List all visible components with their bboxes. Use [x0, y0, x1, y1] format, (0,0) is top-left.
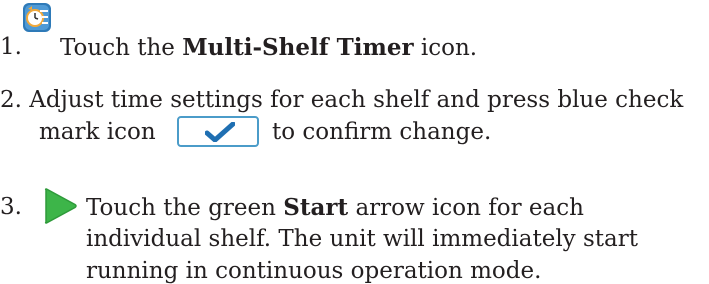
check-mark-button [177, 116, 259, 147]
step-1-text: Touch the Multi-Shelf Timer icon. [60, 36, 477, 60]
text-segment: icon. [413, 35, 478, 61]
text-segment: to confirm change. [272, 119, 492, 145]
text-segment: mark icon [39, 119, 156, 145]
step-number: 1. [0, 34, 22, 60]
start-arrow-icon [42, 187, 78, 225]
step-3-text-line-3: running in continuous operation mode. [86, 258, 542, 284]
text-segment: Touch the green [86, 195, 284, 221]
text-segment: Adjust time settings for each shelf and … [29, 87, 684, 113]
multi-shelf-timer-label: Multi-Shelf Timer [182, 34, 414, 61]
step-3-text-line-1: Touch the green Start arrow icon for eac… [86, 196, 584, 220]
start-label: Start [283, 194, 349, 221]
step-number: 2. [0, 87, 22, 113]
step-3-text-line-2: individual shelf. The unit will immediat… [86, 226, 638, 252]
multi-shelf-timer-icon [23, 3, 51, 32]
step-number: 3. [0, 194, 22, 220]
step-2-text-line-1: 2. Adjust time settings for each shelf a… [0, 89, 683, 112]
check-mark-icon [205, 122, 235, 142]
text-segment: arrow icon for each [348, 195, 584, 221]
text-segment: Touch the [60, 35, 183, 61]
